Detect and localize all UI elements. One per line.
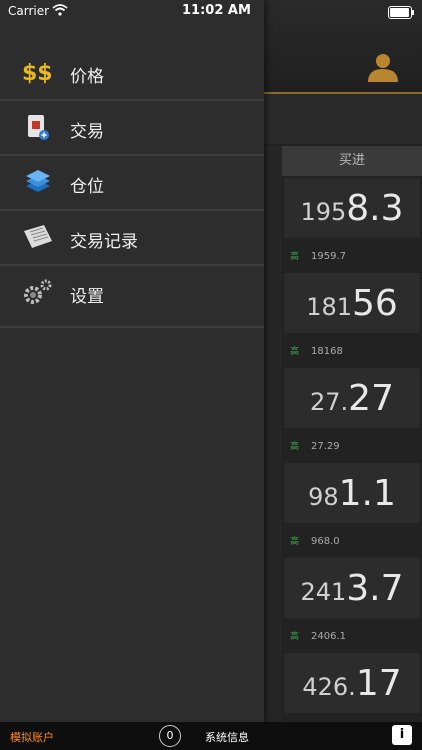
settings-gear-icon [24,279,52,304]
menu-item-price[interactable]: $$ 价格 [0,46,264,101]
high-price: 高 1959.7 [290,251,347,262]
info-icon[interactable]: i [392,725,412,745]
bid-price[interactable]: 426.17 [284,653,420,713]
bid-price[interactable]: 981.1 [284,463,420,523]
quote-row[interactable]: 2413.7 高 2406.1 [264,558,422,654]
trade-icon [28,115,49,140]
status-bar: Carrier 11:02 AM [0,0,264,24]
menu-item-position[interactable]: 仓位 [0,156,264,211]
side-drawer: $$ 价格 交易 仓位 交易记录 设置 [0,0,264,722]
menu-item-trade[interactable]: 交易 [0,101,264,156]
message-count-badge[interactable]: 0 [159,725,181,747]
account-label[interactable]: 模拟账户 [10,729,54,745]
menu-label: 仓位 [70,177,104,197]
clock: 11:02 AM [182,3,251,18]
high-price: 高 27.29 [290,441,340,452]
high-price: 高 2406.1 [290,631,347,642]
menu-item-trade-record[interactable]: 交易记录 [0,211,264,266]
bid-price[interactable]: 2413.7 [284,558,420,618]
position-icon [26,170,50,192]
quote-row[interactable]: 18156 高 18168 [264,273,422,369]
bid-price[interactable]: 27.27 [284,368,420,428]
high-price: 高 968.0 [290,536,340,547]
carrier-label: Carrier [8,4,50,18]
bid-column-header: 买进 [282,146,422,176]
menu-item-settings[interactable]: 设置 [0,266,264,328]
menu-label: 交易 [70,122,104,142]
system-info-link[interactable]: 系统信息 [205,729,249,745]
trade-record-icon [24,225,52,248]
menu-label: 交易记录 [70,232,138,252]
quote-row[interactable]: 27.27 高 27.29 [264,368,422,464]
menu-label: 设置 [70,287,104,307]
svg-text:$$: $$ [22,61,53,86]
quote-row[interactable]: 1958.3 高 1959.7 [264,178,422,274]
battery-icon [388,6,414,19]
quote-row[interactable]: 981.1 高 968.0 [264,463,422,559]
bottom-bar: 模拟账户 0 系统信息 i [0,722,422,750]
wifi-icon [52,4,68,16]
bid-price[interactable]: 18156 [284,273,420,333]
high-price: 高 18168 [290,346,343,357]
user-icon[interactable] [366,52,400,82]
bid-price[interactable]: 1958.3 [284,178,420,238]
menu-label: 价格 [70,67,104,87]
price-dollar-icon: $$ [22,61,53,86]
